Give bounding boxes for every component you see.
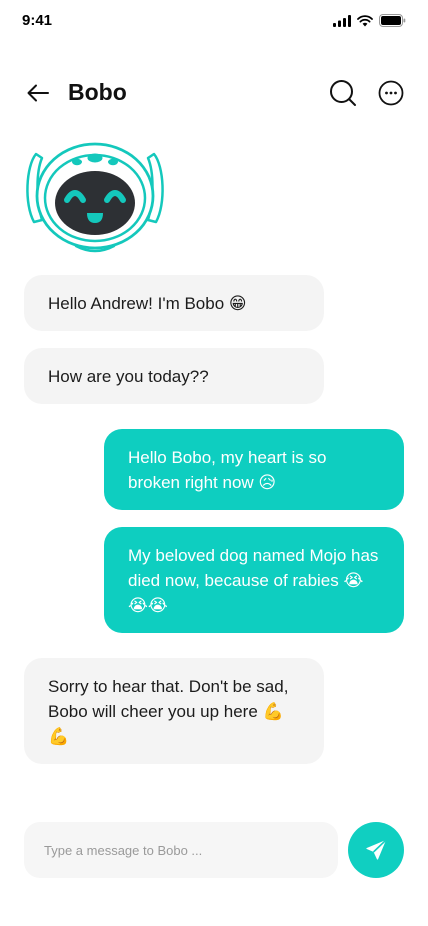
message-text: Sorry to hear that. Don't be sad, Bobo w…	[48, 676, 289, 746]
bot-avatar	[20, 136, 170, 258]
send-icon	[366, 840, 386, 860]
wifi-icon	[357, 14, 373, 26]
battery-icon	[379, 14, 406, 27]
message-bubble-user: My beloved dog named Mojo has died now, …	[104, 527, 404, 633]
robot-avatar	[26, 142, 164, 253]
message-text: My beloved dog named Mojo has died now, …	[128, 545, 379, 615]
status-bar: 9:41	[0, 0, 428, 44]
message-text: How are you today??	[48, 366, 209, 386]
search-button[interactable]	[328, 78, 358, 108]
message-bubble-user: Hello Bobo, my heart is so broken right …	[104, 429, 404, 510]
status-time: 9:41	[22, 12, 53, 29]
message-composer	[24, 822, 338, 878]
message-text: Hello Bobo, my heart is so broken right …	[128, 447, 327, 492]
back-button[interactable]	[24, 79, 52, 107]
more-options-button[interactable]	[376, 78, 406, 108]
send-button[interactable]	[348, 822, 404, 878]
chat-title: Bobo	[68, 79, 127, 105]
chat-header: Bobo	[0, 72, 428, 114]
search-icon	[330, 80, 356, 106]
status-icons	[333, 14, 406, 27]
message-bubble-bot: Sorry to hear that. Don't be sad, Bobo w…	[24, 658, 324, 764]
message-text: Hello Andrew! I'm Bobo 😁	[48, 293, 247, 313]
message-input[interactable]	[44, 842, 324, 858]
more-icon	[378, 80, 404, 106]
message-bubble-bot: How are you today??	[24, 348, 324, 404]
signal-icon	[333, 14, 351, 27]
back-arrow-icon	[27, 84, 49, 102]
message-bubble-bot: Hello Andrew! I'm Bobo 😁	[24, 275, 324, 331]
